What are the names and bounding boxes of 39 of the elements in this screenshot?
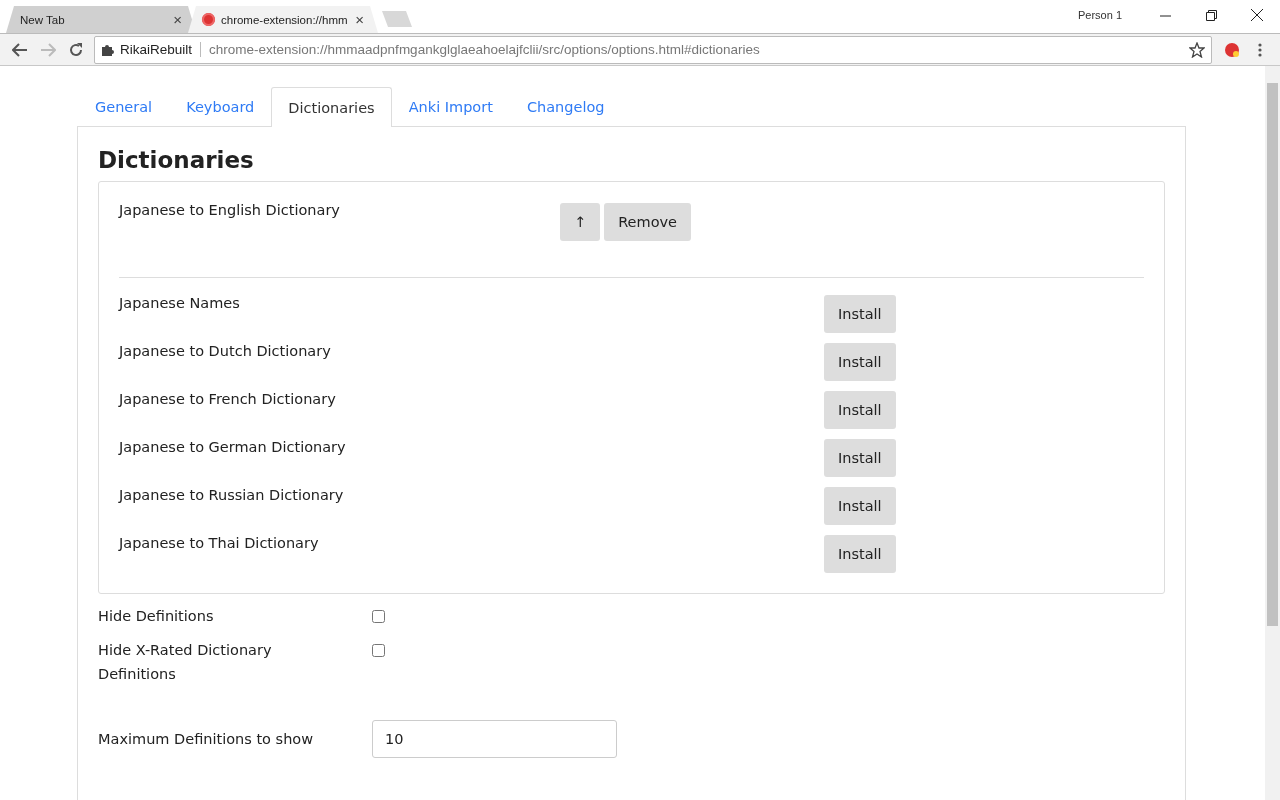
remove-button[interactable]: Remove <box>604 203 691 241</box>
dictionary-name: Japanese to Russian Dictionary <box>119 487 345 505</box>
setting-label: Hide X-Rated Dictionary Definitions <box>98 641 273 684</box>
checkbox[interactable] <box>372 644 385 657</box>
scrollbar-thumb[interactable] <box>1267 83 1278 626</box>
address-bar[interactable]: RikaiRebuilt chrome-extension://hmmaadpnfmgankglglaeahoelajfclii/src/options/options.html#dictionaries <box>94 35 1212 64</box>
install-button[interactable]: Install <box>824 535 896 573</box>
install-button[interactable]: Install <box>824 487 896 525</box>
puzzle-piece-icon <box>101 43 114 56</box>
dictionary-name: Japanese Names <box>119 295 241 313</box>
tab-close-button[interactable]: × <box>355 11 364 28</box>
install-button[interactable]: Install <box>824 295 896 333</box>
settings-tab[interactable]: Keyboard <box>169 87 272 126</box>
checkbox[interactable] <box>372 610 385 623</box>
install-button[interactable]: Install <box>824 439 896 477</box>
tab-close-button[interactable]: × <box>173 11 182 28</box>
settings-tab[interactable]: Changelog <box>509 87 622 126</box>
install-button[interactable]: Install <box>824 343 896 381</box>
settings-tab[interactable]: Anki Import <box>391 87 510 126</box>
move-up-button[interactable]: ↑ <box>560 203 601 241</box>
bookmark-star-icon[interactable] <box>1189 41 1205 58</box>
dictionary-name: Japanese to Dutch Dictionary <box>119 343 332 361</box>
browser-tab[interactable]: chrome-extension://hmm × <box>188 6 378 33</box>
section-heading: Dictionaries <box>98 147 255 173</box>
dictionary-name: Japanese to French Dictionary <box>119 391 337 409</box>
settings-tab[interactable]: General <box>78 87 170 126</box>
dictionary-name: Japanese to Thai Dictionary <box>119 535 320 553</box>
scrollbar[interactable] <box>1265 66 1280 800</box>
setting-label: Hide Definitions <box>98 607 215 626</box>
url-text: chrome-extension://hmmaadpnfmgankglglaeahoelajfclii/src/options/options.html#dictionaries <box>209 42 761 57</box>
input-field[interactable]: 10 <box>372 720 617 758</box>
dictionary-name: Japanese to German Dictionary <box>119 439 347 457</box>
site-name: RikaiRebuilt <box>120 42 193 57</box>
profile-name[interactable]: Person 1 <box>1077 9 1122 21</box>
install-button[interactable]: Install <box>824 391 896 429</box>
setting-label: Maximum Definitions to show <box>98 730 315 749</box>
dictionary-name: Japanese to English Dictionary <box>119 202 341 220</box>
extension-favicon-icon <box>202 13 215 26</box>
settings-tab[interactable]: Dictionaries <box>271 87 392 127</box>
